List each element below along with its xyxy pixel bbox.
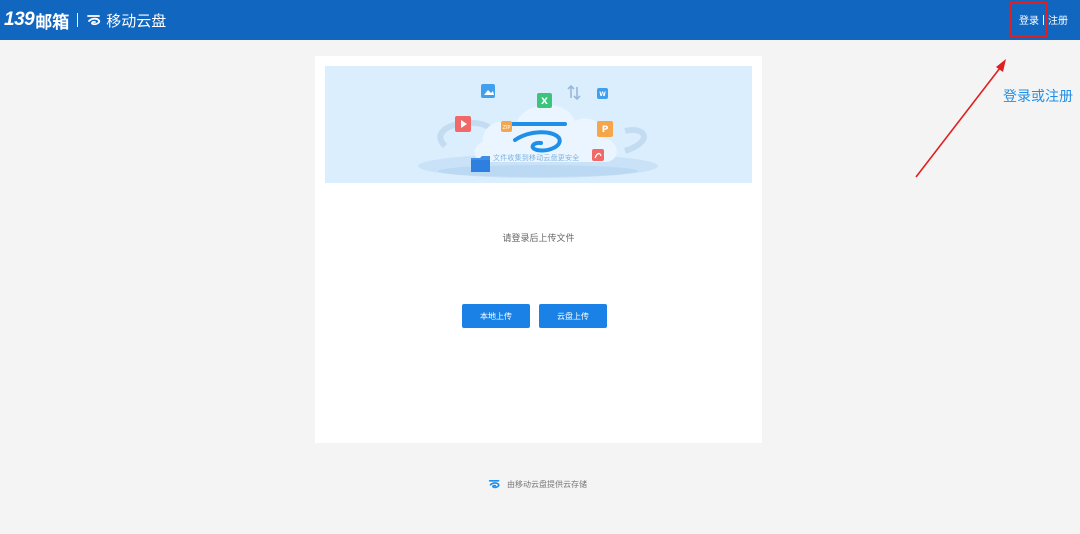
image-icon xyxy=(481,84,495,98)
brand-number: 139 xyxy=(4,9,35,30)
cloud-logo-icon xyxy=(488,479,500,489)
svg-text:ZIP: ZIP xyxy=(503,125,511,131)
pdf-icon xyxy=(592,149,604,161)
zip-icon: ZIP xyxy=(501,121,512,132)
login-highlight-box xyxy=(1010,2,1047,37)
svg-text:X: X xyxy=(541,97,548,107)
annotation-arrow-icon xyxy=(915,59,1006,178)
brand-mail-text: 邮箱 xyxy=(35,12,70,33)
transfer-icon xyxy=(567,84,581,101)
login-prompt: 请登录后上传文件 xyxy=(502,234,575,244)
svg-text:P: P xyxy=(602,125,609,135)
cloud-upload-button[interactable]: 云盘上传 xyxy=(539,304,607,328)
footer: 由移动云盘提供云存储 xyxy=(488,478,587,490)
word-icon: W xyxy=(597,88,608,99)
cloud-illustration: X W ZIP P xyxy=(418,84,658,178)
product-name: 移动云盘 xyxy=(106,11,167,30)
cloud-banner: X W ZIP P 文件收集到移动云盘更安全 xyxy=(325,66,752,183)
svg-text:W: W xyxy=(599,91,606,98)
folder-icon xyxy=(471,156,490,172)
annotation-label: 登录或注册 xyxy=(1003,89,1073,105)
banner-caption: 文件收集到移动云盘更安全 xyxy=(493,154,580,162)
video-icon xyxy=(455,116,471,132)
register-link[interactable]: 注册 xyxy=(1048,12,1068,27)
excel-icon: X xyxy=(537,93,552,108)
brand-divider xyxy=(77,13,79,27)
footer-text: 由移动云盘提供云存储 xyxy=(507,479,587,489)
cloud-logo-icon xyxy=(87,15,101,26)
ppt-icon: P xyxy=(597,121,613,137)
brand-logo[interactable]: 139 邮箱 移动云盘 xyxy=(4,7,166,33)
upload-card: X W ZIP P 文件收集到移动云盘更安全 请登录后上传文件 本地上传 云盘上… xyxy=(315,56,762,443)
top-bar: 139 邮箱 移动云盘 登录 注册 xyxy=(0,0,1080,40)
local-upload-button[interactable]: 本地上传 xyxy=(462,304,530,328)
